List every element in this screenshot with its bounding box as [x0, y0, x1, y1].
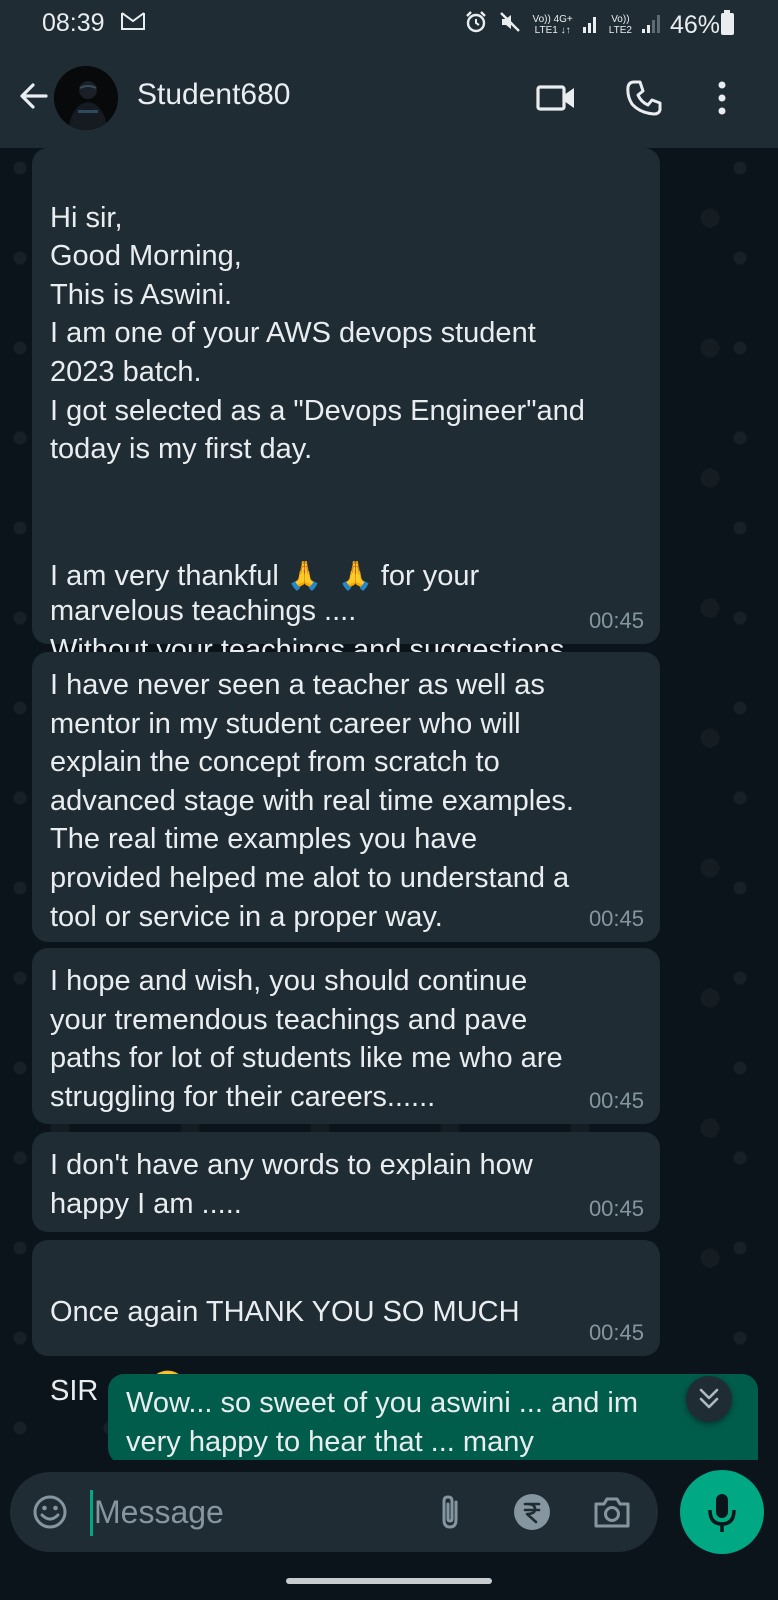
message-text: Hi sir, Good Morning, This is Aswini. I …	[50, 201, 585, 466]
incoming-message[interactable]: Hi sir, Good Morning, This is Aswini. I …	[32, 148, 660, 704]
video-call-icon[interactable]	[534, 76, 578, 120]
battery-icon	[721, 13, 734, 35]
alarm-icon	[464, 10, 488, 40]
sim2-network: Vo)) LTE2	[608, 14, 632, 36]
message-text: Wow... so sweet of you aswini ... and im	[126, 1387, 639, 1419]
contact-name[interactable]: Student680	[137, 78, 290, 112]
payment-rupee-icon[interactable]	[512, 1492, 552, 1532]
message-input-container[interactable]: Message	[10, 1472, 658, 1552]
scroll-to-bottom-button[interactable]	[686, 1376, 732, 1422]
incoming-message[interactable]: I don't have any words to explain how ha…	[32, 1132, 660, 1232]
message-timestamp: 00:45	[588, 1088, 644, 1113]
emoji-icon[interactable]	[32, 1494, 68, 1530]
message-text: I have never seen a teacher as well as m…	[50, 669, 574, 933]
status-indicators: Vo)) 4G+ LTE1 ↓↑ Vo)) LTE2 46%	[464, 10, 720, 40]
chat-header: Student680	[0, 48, 778, 148]
battery-percent: 46%	[669, 10, 720, 39]
home-handle[interactable]	[286, 1578, 492, 1584]
incoming-message[interactable]: I hope and wish, you should continue you…	[32, 948, 660, 1124]
voice-call-icon[interactable]	[622, 76, 666, 120]
message-text: Once again THANK YOU SO MUCH	[50, 1295, 520, 1328]
outgoing-message[interactable]: Wow... so sweet of you aswini ... and im…	[108, 1374, 758, 1460]
mute-icon	[498, 10, 522, 40]
sim1-network: Vo)) 4G+ LTE1 ↓↑	[532, 14, 573, 36]
avatar[interactable]	[54, 66, 118, 130]
message-text: I don't have any words to explain how ha…	[50, 1149, 533, 1220]
signal-bars-icon	[582, 13, 599, 38]
message-text: I hope and wish, you should continue you…	[50, 965, 563, 1113]
gmail-notification-icon	[120, 9, 146, 37]
message-timestamp: 00:45	[588, 906, 644, 931]
incoming-message[interactable]: Once again THANK YOU SO MUCH SIR .....🤗 …	[32, 1240, 660, 1408]
message-timestamp: 00:45	[588, 1320, 644, 1345]
message-timestamp: 00:45	[588, 1196, 644, 1221]
status-bar: 08:39 Vo)) 4G+ LTE1 ↓↑ Vo)) LTE2 46%	[0, 0, 778, 48]
more-options-icon[interactable]	[700, 76, 744, 120]
attach-icon[interactable]	[430, 1492, 470, 1532]
message-composer: Message	[0, 1460, 778, 1560]
chat-area[interactable]: Hi sir, Good Morning, This is Aswini. I …	[0, 148, 778, 1460]
back-arrow-icon[interactable]	[16, 78, 52, 114]
incoming-message[interactable]: I have never seen a teacher as well as m…	[32, 652, 660, 942]
text-cursor	[90, 1490, 93, 1536]
message-text: very happy to hear that ... many	[126, 1425, 534, 1458]
message-text: for your	[372, 560, 480, 593]
status-time: 08:39	[42, 9, 105, 37]
voice-message-button[interactable]	[680, 1470, 764, 1554]
signal-bars-icon	[641, 13, 660, 38]
message-timestamp: 00:45	[588, 608, 644, 633]
message-input[interactable]: Message	[94, 1494, 224, 1531]
camera-icon[interactable]	[592, 1494, 632, 1530]
message-text: I am very thankful	[50, 560, 287, 593]
microphone-icon	[708, 1494, 736, 1532]
system-navigation-bar	[0, 1560, 778, 1600]
